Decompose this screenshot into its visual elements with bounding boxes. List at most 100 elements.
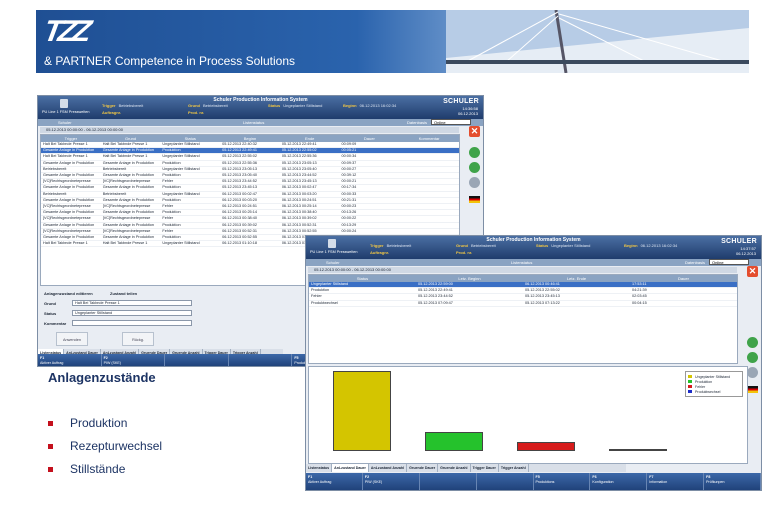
close-icon[interactable]: ✕ — [469, 126, 480, 137]
table-cell: Gesamte Anlage in Produktion — [41, 197, 101, 205]
split-checkbox-label[interactable]: Zustand teilen — [110, 291, 137, 296]
table-cell: 00:04:15 — [630, 300, 737, 307]
sub-center: Listenstatus — [511, 260, 533, 265]
column-header[interactable]: Dauer — [630, 275, 737, 282]
clock: 14:37:57 06.12.2013 — [735, 246, 756, 256]
function-key-label: Produktions — [535, 479, 555, 484]
gear-icon[interactable] — [747, 367, 758, 378]
arrow-left-icon[interactable] — [469, 147, 480, 158]
chart-bar — [425, 431, 483, 451]
side-buttons: ✕ — [469, 126, 481, 209]
table-cell: 06.12.2013 01:10:18 — [220, 240, 280, 248]
legend-swatch — [688, 385, 692, 388]
undo-button[interactable]: Rückg. — [122, 332, 154, 346]
gear-icon[interactable] — [469, 177, 480, 188]
title-bar: PU Line 1 FSM Presswelten Schuler Produc… — [306, 236, 761, 259]
column-header[interactable]: Grund — [100, 135, 161, 142]
status-input[interactable]: Ungeplanter Stillstand — [72, 310, 192, 316]
tab[interactable]: Listenstatus — [306, 464, 333, 472]
sub-header: Schuler Listenstatus Datenbasis Online — [306, 259, 761, 266]
auftrag-field: Auftragnr. — [102, 110, 122, 115]
column-header[interactable]: Kommentar — [399, 135, 459, 142]
function-key[interactable] — [229, 354, 293, 366]
column-header[interactable]: Beginn — [220, 135, 280, 142]
function-key[interactable]: F2 PIW (SKE) — [102, 354, 166, 366]
column-header[interactable]: Trigger — [41, 135, 101, 142]
function-key-label: PIW (SKE) — [103, 360, 121, 365]
trigger-field: Trigger Betriebsbereit — [370, 243, 412, 248]
date-filter[interactable]: 05.12.2013 00:00:00 - 06.12.2013 00:00:0… — [40, 127, 459, 133]
function-key[interactable] — [477, 473, 534, 490]
slide-heading: Anlagenzustände — [48, 370, 156, 385]
function-key[interactable] — [420, 473, 477, 490]
column-header[interactable]: Letz. Ende — [523, 275, 630, 282]
function-key-label: Prüfkunpen — [706, 479, 725, 484]
table-cell: Gesamte Anlage in Produktion — [41, 160, 101, 167]
sub-header: Schuler Listenstatus Datenbasis Online — [38, 119, 483, 126]
table-cell: 05.12.2013 07:09:47 — [416, 300, 523, 307]
datenbasis-select[interactable]: Online — [431, 119, 471, 125]
column-header[interactable]: Dauer — [339, 135, 400, 142]
table-cell: Gesamte Anlage in Produktion — [100, 184, 161, 192]
column-header[interactable]: Ende — [279, 135, 340, 142]
grund-select[interactable]: Halt Bei Takbnde Presse 1 — [72, 300, 192, 306]
list-item: Stillstände — [48, 462, 162, 485]
column-header[interactable]: Status — [160, 135, 221, 142]
column-header[interactable]: Status — [309, 275, 416, 282]
datenbasis-label: Datenbasis — [406, 120, 427, 125]
comment-label: Kommentar — [44, 321, 67, 326]
column-header[interactable]: Letz. Beginn — [416, 275, 523, 282]
tab[interactable]: Gruende Anzahl — [438, 464, 471, 472]
arrow-right-icon[interactable] — [747, 352, 758, 363]
table-row[interactable]: Produktwechsel 05.12.2013 07:09:47 05.12.2… — [309, 300, 737, 307]
tab[interactable]: AnLzustand Dauer — [332, 464, 369, 472]
arrow-left-icon[interactable] — [747, 337, 758, 348]
line-label: PU Line 1 FSM Presswelten — [42, 110, 90, 114]
function-key-label: Aktiver Auftrag — [40, 360, 64, 365]
date-filter[interactable]: 05.12.2013 00:00:00 - 06.12.2013 00:00:0… — [308, 267, 737, 273]
function-key[interactable]: F8 Prüfkunpen — [704, 473, 761, 490]
chart-bar — [609, 449, 667, 451]
datenbasis-select[interactable]: Online — [709, 259, 749, 265]
apply-button[interactable]: Anwenden — [56, 332, 88, 346]
sps-window-chart: PU Line 1 FSM Presswelten Schuler Produc… — [305, 235, 762, 491]
prodnr-field: Prod. nr. — [456, 250, 473, 255]
arrow-right-icon[interactable] — [469, 162, 480, 173]
function-key[interactable]: F2 PIW (SKE) — [363, 473, 420, 490]
tab[interactable]: Gruende Dauer — [407, 464, 439, 472]
edit-checkbox-label[interactable]: Anlagenzustand editieren — [44, 291, 93, 296]
bridge-image — [446, 10, 749, 73]
summary-table: Status Letz. Beginn Letz. Ende Dauer Ungepla… — [308, 274, 738, 364]
table-cell: Halt Bei Takbnde Presse 1 — [100, 240, 161, 248]
table-cell: Gesamte Anlage in Produktion — [100, 160, 161, 167]
table-cell: Gesamte Anlage in Produktion — [100, 147, 161, 155]
german-flag-icon[interactable] — [469, 196, 480, 203]
tab[interactable]: AnLzustand Anzahl — [369, 464, 408, 472]
duration-chart: Ungeplanter Stillstand Produktion Fehler Pr… — [308, 366, 748, 464]
company-logo: TZZ — [41, 15, 90, 48]
close-icon[interactable]: ✕ — [747, 266, 758, 277]
prodnr-field: Prod. nr. — [188, 110, 205, 115]
function-key[interactable]: F6 Konfiguration — [590, 473, 648, 490]
table-cell: Halt Bei Takbnde Presse 1 — [41, 240, 101, 248]
table-cell: Gesamte Anlage in Produktion — [100, 172, 161, 180]
table-cell: Gesamte Anlage in Produktion — [100, 197, 161, 205]
german-flag-icon[interactable] — [747, 386, 758, 393]
function-key[interactable] — [165, 354, 229, 366]
function-key[interactable]: F1 Aktiver Auftrag — [306, 473, 363, 490]
legend-item: Produktwechsel — [688, 389, 740, 394]
function-key[interactable]: F5 Produktions — [534, 473, 591, 490]
legend-swatch — [688, 375, 692, 378]
table-cell: Gesamte Anlage in Produktion — [41, 184, 101, 192]
comment-input[interactable] — [72, 320, 192, 326]
function-key[interactable]: F1 Aktiver Auftrag — [38, 354, 102, 366]
tab[interactable]: Trigger Dauer — [471, 464, 499, 472]
trigger-field: Trigger Betriebsbereit — [102, 103, 144, 108]
status-label: Status — [44, 311, 57, 316]
tab[interactable]: Trigger Anzahl — [499, 464, 529, 472]
chart-legend: Ungeplanter Stillstand Produktion Fehler Pr… — [685, 371, 743, 397]
bullet-list: Produktion Rezepturwechsel Stillstände — [48, 416, 162, 485]
table-cell: Gesamte Anlage in Produktion — [41, 209, 101, 217]
function-key[interactable]: F7 Information — [647, 473, 705, 490]
table-cell: Gesamte Anlage in Produktion — [41, 234, 101, 242]
